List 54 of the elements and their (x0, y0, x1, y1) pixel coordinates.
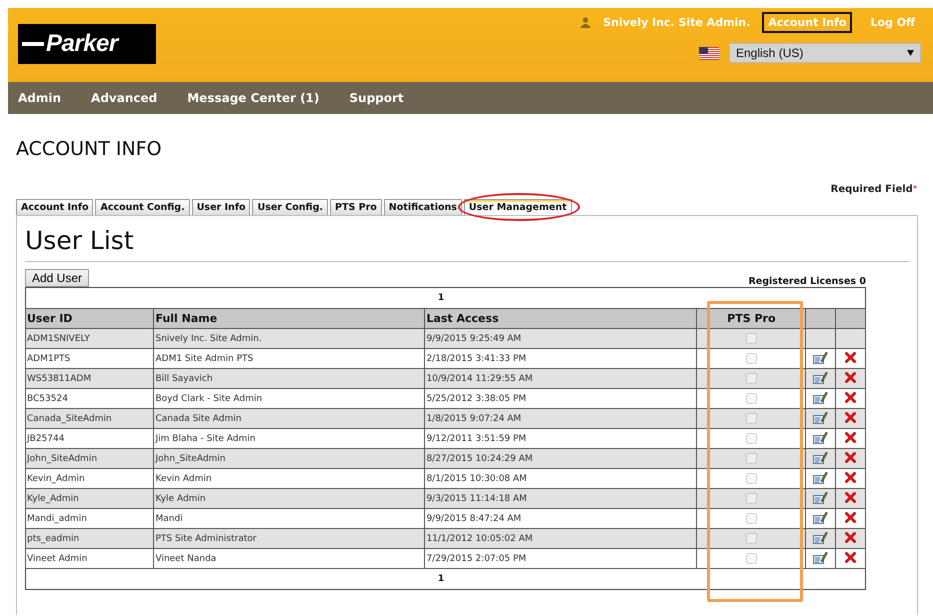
nav-item[interactable]: Admin (18, 91, 62, 105)
delete-button[interactable] (845, 512, 856, 522)
tab[interactable]: Account Info (16, 199, 94, 215)
delete-button[interactable] (845, 472, 856, 482)
delete-button[interactable] (845, 452, 856, 462)
edit-button[interactable] (813, 510, 828, 524)
delete-button[interactable] (845, 372, 856, 382)
language-select[interactable]: English (US) (729, 43, 921, 63)
delete-button[interactable] (845, 532, 856, 542)
user-name: Snively Inc. Site Admin. (603, 16, 750, 29)
tab[interactable]: User Config. (252, 199, 328, 215)
delete-button[interactable] (845, 412, 856, 422)
tab[interactable]: Notifications (384, 199, 462, 215)
page-number[interactable]: 1 (438, 293, 444, 303)
page-title: ACCOUNT INFO (16, 138, 163, 160)
delete-button[interactable] (845, 432, 856, 442)
section-title: User List (25, 222, 909, 262)
edit-button[interactable] (813, 350, 828, 364)
column-header: Last Access (424, 308, 697, 328)
edit-button[interactable] (813, 550, 828, 564)
user-icon (580, 17, 592, 28)
edit-button[interactable] (813, 370, 828, 384)
tab[interactable]: User Info (192, 199, 250, 215)
nav-item[interactable]: Advanced (91, 91, 158, 105)
edit-button[interactable] (813, 450, 828, 464)
delete-button[interactable] (845, 392, 856, 402)
delete-button[interactable] (845, 352, 856, 362)
caret-icon (907, 50, 914, 56)
delete-button[interactable] (845, 552, 856, 562)
registered-licenses: Registered Licenses 0 (748, 276, 866, 287)
edit-button[interactable] (813, 430, 828, 444)
edit-button[interactable] (813, 470, 828, 484)
column-header: Full Name (154, 308, 425, 328)
table-cell: Vineet Admin (26, 548, 154, 568)
tab[interactable]: Account Config. (95, 199, 190, 215)
column-header: PTS Pro (696, 308, 806, 328)
nav-item[interactable]: Message Center (1) (187, 91, 320, 105)
delete-button[interactable] (845, 492, 856, 502)
column-header: User ID (26, 308, 154, 328)
flag-icon (699, 46, 719, 60)
page-number[interactable]: 1 (438, 574, 444, 584)
edit-button[interactable] (813, 490, 828, 504)
edit-button[interactable] (813, 410, 828, 424)
tab[interactable]: User Management (464, 199, 572, 215)
table-cell: 7/29/2015 2:07:05 PM (424, 548, 697, 568)
add-user-button[interactable]: Add User (25, 269, 90, 287)
edit-button[interactable] (813, 390, 828, 404)
table-cell: Vineet Nanda (154, 548, 425, 568)
logo-stripe-icon (22, 41, 44, 47)
required-field-note: Required Field* (830, 184, 917, 195)
nav-item[interactable]: Support (349, 91, 404, 105)
tab[interactable]: PTS Pro (330, 199, 382, 215)
edit-button[interactable] (813, 530, 828, 544)
logo-text: Parker (46, 30, 118, 58)
